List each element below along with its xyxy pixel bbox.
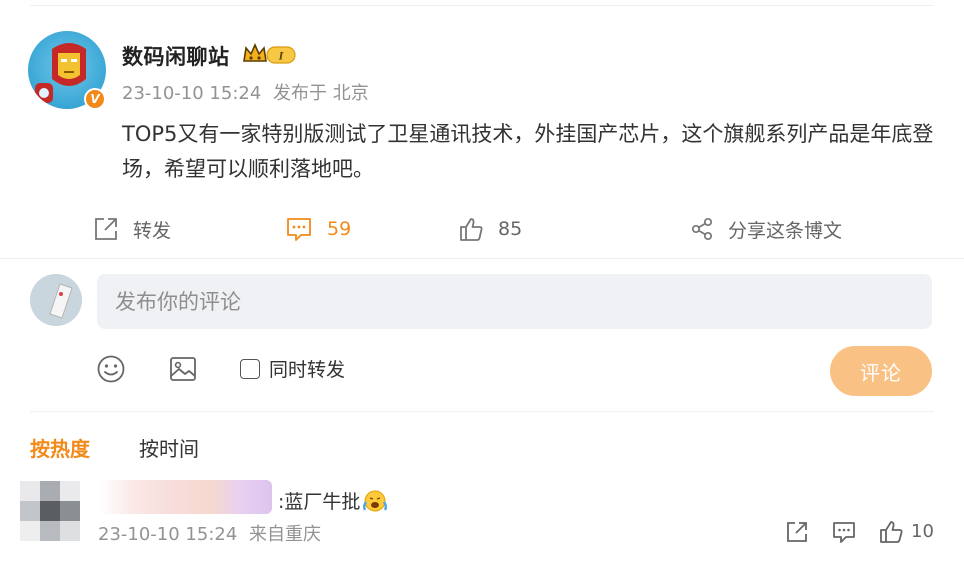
- image-icon[interactable]: [168, 354, 198, 384]
- comment-like-count: 10: [911, 521, 934, 542]
- comment-button[interactable]: 59: [285, 212, 351, 246]
- repost-button[interactable]: 转发: [93, 212, 171, 246]
- ironman-hand-icon: [35, 83, 53, 103]
- comment-count: 59: [327, 218, 352, 240]
- comment-repost-icon[interactable]: [784, 519, 810, 545]
- submit-comment-button[interactable]: 评论: [830, 346, 932, 396]
- crown-icon[interactable]: I: [242, 40, 298, 68]
- like-count: 85: [498, 218, 523, 240]
- my-avatar[interactable]: [30, 274, 82, 326]
- comment-reply-icon[interactable]: [831, 519, 857, 545]
- repost-icon: [95, 218, 117, 240]
- checkbox-box[interactable]: [240, 358, 260, 379]
- comment-location: 来自重庆: [249, 524, 322, 545]
- comment-text-content: :蓝厂牛批: [278, 491, 361, 513]
- top-divider: [30, 5, 934, 6]
- share-label: 分享这条博文: [728, 219, 843, 242]
- comment-meta: 23-10-10 15:24 来自重庆: [98, 520, 327, 546]
- comment-time: 23-10-10 15:24: [98, 524, 238, 545]
- post-time[interactable]: 23-10-10 15:24: [122, 83, 261, 104]
- share-button[interactable]: 分享这条博文: [690, 212, 842, 246]
- router-avatar-icon: [30, 274, 82, 326]
- sync-repost-checkbox[interactable]: 同时转发: [240, 355, 345, 382]
- comment-text: :蓝厂牛批: [278, 487, 388, 514]
- comment-icon: [287, 218, 311, 241]
- author-name[interactable]: 数码闲聊站: [122, 41, 230, 71]
- section-divider: [0, 258, 964, 259]
- commenter-name-redacted[interactable]: [100, 480, 272, 514]
- commenter-avatar[interactable]: [20, 481, 80, 541]
- comment-input[interactable]: [97, 274, 932, 329]
- sort-by-hot-tab[interactable]: 按热度: [30, 433, 90, 462]
- post-text: TOP5又有一家特别版测试了卫星通讯技术，外挂国产芯片，这个旗舰系列产品是年底登…: [122, 122, 934, 181]
- emoji-icon[interactable]: [96, 354, 126, 384]
- sort-by-time-tab[interactable]: 按时间: [139, 433, 199, 462]
- comment-like-icon[interactable]: [878, 519, 904, 545]
- verified-badge: V: [84, 88, 106, 110]
- section-divider: [30, 411, 934, 412]
- crying-laugh-emoji-icon: [363, 490, 388, 511]
- like-button[interactable]: 85: [458, 212, 522, 246]
- share-icon: [691, 217, 713, 241]
- post-meta: 23-10-10 15:24 发布于 北京: [122, 79, 375, 105]
- like-icon: [460, 218, 483, 241]
- post-source: 发布于 北京: [273, 83, 369, 104]
- repost-label: 转发: [133, 219, 172, 242]
- sync-repost-label: 同时转发: [269, 359, 346, 381]
